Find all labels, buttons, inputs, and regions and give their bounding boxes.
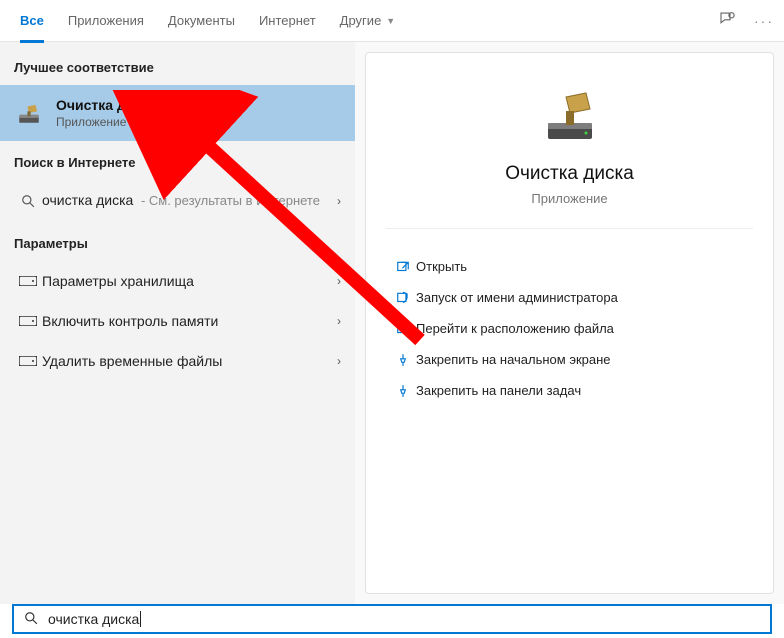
tab-label: Интернет <box>259 13 316 28</box>
action-open-location[interactable]: Перейти к расположению файла <box>386 313 753 344</box>
param-label: Удалить временные файлы <box>42 353 222 369</box>
pin-icon <box>390 384 416 398</box>
tab-web[interactable]: Интернет <box>247 0 328 42</box>
results-pane: Лучшее соответствие Очистка диска Прилож… <box>0 42 355 604</box>
tab-label: Все <box>20 13 44 28</box>
action-label: Открыть <box>416 259 467 274</box>
web-search-header: Поиск в Интернете <box>0 141 355 180</box>
chevron-right-icon: › <box>337 274 341 288</box>
tab-label: Другие <box>340 13 382 28</box>
storage-icon <box>14 316 42 326</box>
action-pin-taskbar[interactable]: Закрепить на панели задач <box>386 375 753 406</box>
best-match-header: Лучшее соответствие <box>0 46 355 85</box>
web-search-suffix: - См. результаты в Интернете <box>137 193 320 208</box>
content-area: Лучшее соответствие Очистка диска Прилож… <box>0 42 784 604</box>
search-input-bar[interactable]: очистка диска <box>12 604 772 634</box>
action-label: Запуск от имени администратора <box>416 290 618 305</box>
param-storage[interactable]: Параметры хранилища › <box>0 261 355 301</box>
result-title: Очистка диска <box>56 97 341 113</box>
preview-subtitle: Приложение <box>386 191 753 206</box>
tab-label: Документы <box>168 13 235 28</box>
action-label: Закрепить на начальном экране <box>416 352 611 367</box>
disk-cleanup-icon <box>14 98 44 128</box>
search-icon <box>24 611 38 628</box>
chevron-right-icon: › <box>337 354 341 368</box>
web-search-item[interactable]: очистка диска - См. результаты в Интерне… <box>0 180 355 222</box>
preview-app-icon <box>386 83 753 147</box>
more-icon[interactable]: ··· <box>754 13 774 29</box>
tabs-right-actions: ··· <box>718 10 774 31</box>
folder-icon <box>390 322 416 336</box>
preview-title: Очистка диска <box>386 163 753 185</box>
tab-all[interactable]: Все <box>8 0 56 42</box>
best-match-result[interactable]: Очистка диска Приложение <box>0 85 355 141</box>
pin-icon <box>390 353 416 367</box>
shield-icon <box>390 291 416 305</box>
result-text: Очистка диска Приложение <box>56 97 341 129</box>
params-header: Параметры <box>0 222 355 261</box>
param-label: Параметры хранилища <box>42 273 194 289</box>
chevron-down-icon: ▼ <box>386 16 395 26</box>
feedback-icon[interactable] <box>718 10 736 31</box>
divider <box>386 228 753 229</box>
open-icon <box>390 260 416 274</box>
preview-card: Очистка диска Приложение Открыть Запуск … <box>365 52 774 594</box>
storage-icon <box>14 356 42 366</box>
tab-apps[interactable]: Приложения <box>56 0 156 42</box>
action-label: Перейти к расположению файла <box>416 321 614 336</box>
search-icon <box>14 194 42 208</box>
chevron-right-icon: › <box>337 314 341 328</box>
tab-docs[interactable]: Документы <box>156 0 247 42</box>
search-query-text: очистка диска <box>48 611 141 627</box>
param-delete-temp[interactable]: Удалить временные файлы › <box>0 341 355 381</box>
param-memory-control[interactable]: Включить контроль памяти › <box>0 301 355 341</box>
tab-label: Приложения <box>68 13 144 28</box>
web-search-label: очистка диска <box>42 192 133 208</box>
action-run-admin[interactable]: Запуск от имени администратора <box>386 282 753 313</box>
result-subtitle: Приложение <box>56 115 341 129</box>
storage-icon <box>14 276 42 286</box>
action-pin-start[interactable]: Закрепить на начальном экране <box>386 344 753 375</box>
chevron-right-icon: › <box>337 194 341 208</box>
preview-pane-container: Очистка диска Приложение Открыть Запуск … <box>355 42 784 604</box>
param-label: Включить контроль памяти <box>42 313 218 329</box>
action-open[interactable]: Открыть <box>386 251 753 282</box>
tab-more[interactable]: Другие ▼ <box>328 0 408 42</box>
search-tabs: Все Приложения Документы Интернет Другие… <box>0 0 784 42</box>
action-label: Закрепить на панели задач <box>416 383 581 398</box>
